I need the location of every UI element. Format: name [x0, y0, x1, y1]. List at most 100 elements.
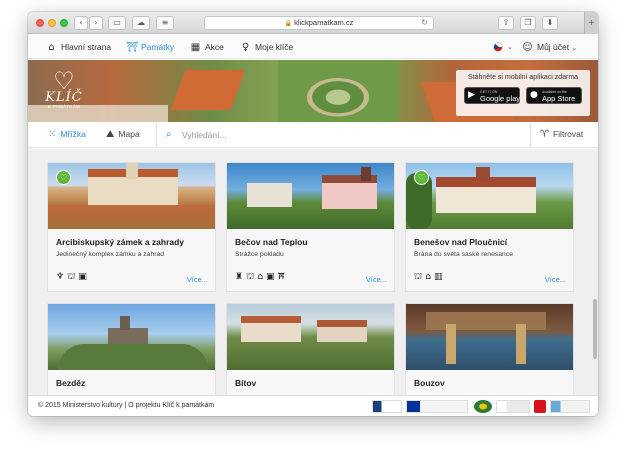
card-more-link[interactable]: Více...	[187, 275, 208, 284]
store-name: App Store	[542, 94, 576, 103]
card-title: Benešov nad Ploučnicí	[414, 237, 508, 247]
filter-label: Filtrovat	[552, 129, 584, 139]
tab-grid[interactable]: ⁙ Mřížka	[48, 122, 86, 148]
card-title: Bouzov	[414, 378, 445, 388]
page-footer: © 2015 Ministerstvo kultury | O projektu…	[28, 395, 598, 416]
google-play-button[interactable]: ▶ GET IT ON Google play	[464, 87, 520, 104]
card-photo	[48, 163, 215, 229]
divider	[156, 122, 157, 148]
card-more-link[interactable]: Více...	[366, 275, 387, 284]
card-photo	[406, 163, 573, 229]
monument-card[interactable]: Bítov	[227, 304, 394, 395]
monument-card[interactable]: ♡ Benešov nad Ploučnicí Brána do světa s…	[406, 163, 573, 291]
chevron-down-icon: ⌄	[571, 44, 578, 52]
minimize-window-button[interactable]	[48, 19, 56, 27]
close-window-button[interactable]	[36, 19, 44, 27]
card-subtitle: Strážce pokladu	[235, 251, 284, 258]
card-feature-icons: ⛫⌂▥	[414, 272, 446, 282]
app-promo-text: Stáhněte si mobilní aplikaci zdarma	[467, 74, 579, 81]
card-title: Arcibiskupský zámek a zahrady	[56, 237, 185, 247]
card-title: Bítov	[235, 378, 257, 388]
url-text: klickpamatkam.cz	[294, 18, 354, 27]
back-icon[interactable]: ‹	[74, 16, 88, 30]
nav-item-my-keys[interactable]: ♀ Moje klíče	[240, 35, 293, 59]
main-nav: ⌂ Hlavní strana ⛩ Památky ▦ Akce ♀ Moje klíč…	[28, 35, 598, 59]
card-title: Bezděz	[56, 378, 86, 388]
site-logo[interactable]: ♡ KLÍČ K PAMÁTKÁM	[42, 67, 86, 116]
reload-icon[interactable]: ↻	[421, 17, 428, 29]
monument-grid: ♡ Arcibiskupský zámek a zahrady Jedinečn…	[28, 149, 598, 395]
partner-logo-icon	[474, 400, 492, 413]
tab-label: Mřížka	[60, 129, 86, 139]
hero-photo-roof	[170, 70, 246, 110]
filter-bar: ⁙Mřížka ⛰Mapa ⌕ ♈Filtrovat	[28, 122, 598, 148]
google-play-icon: ▶	[468, 90, 475, 100]
card-more-link[interactable]: Více...	[545, 275, 566, 284]
calendar-icon: ▦	[190, 42, 201, 53]
eu-logo-icon	[406, 400, 468, 413]
monument-card[interactable]: Bezděz	[48, 304, 215, 395]
card-photo	[227, 304, 394, 370]
cloud-icon[interactable]: ☁	[132, 16, 150, 30]
favorite-heart-icon[interactable]: ♡	[414, 170, 429, 185]
logo-subtitle: K PAMÁTKÁM	[47, 104, 81, 109]
browser-toolbar: ‹ › ▭ ☁ ≡ 🔒 klickpamatkam.cz ↻ ⇧ ❐ ⬇ +	[28, 12, 598, 34]
card-subtitle: Brána do světa saské renesance	[414, 251, 513, 258]
user-icon: ☺	[522, 42, 533, 53]
favorite-heart-icon[interactable]: ♡	[56, 170, 71, 185]
page-scrollbar[interactable]	[593, 299, 597, 359]
monument-icon: ⛩	[126, 42, 139, 53]
app-promo: Stáhněte si mobilní aplikaci zdarma ▶ GE…	[456, 70, 590, 116]
downloads-icon[interactable]: ⬇	[542, 16, 558, 30]
sidebar-toggle-icon[interactable]: ▭	[108, 16, 126, 30]
card-feature-icons: ♜⛫⌂▣⛩	[235, 272, 289, 282]
card-photo	[48, 304, 215, 370]
filter-button[interactable]: ♈ Filtrovat	[540, 122, 583, 148]
monument-card[interactable]: Bečov nad Teplou Strážce pokladu ♜⛫⌂▣⛩ V…	[227, 163, 394, 291]
nav-item-monuments[interactable]: ⛩ Památky	[126, 35, 174, 59]
tabs-icon[interactable]: ❐	[520, 16, 536, 30]
app-store-button[interactable]: ● Available on the App Store	[526, 87, 582, 104]
search-input[interactable]	[182, 127, 482, 143]
card-title: Bečov nad Teplou	[235, 237, 308, 247]
account-menu[interactable]: ☺ Můj účet ⌄	[522, 35, 577, 59]
nav-item-label: Akce	[205, 42, 224, 52]
nav-item-label: Hlavní strana	[61, 42, 112, 52]
monument-card[interactable]: Bouzov	[406, 304, 573, 395]
card-photo	[406, 304, 573, 370]
lock-icon: 🔒	[284, 21, 293, 27]
footer-text: © 2015 Ministerstvo kultury | O projektu…	[38, 402, 215, 409]
partner-logo-icon	[550, 400, 590, 413]
share-icon[interactable]: ⇧	[498, 16, 514, 30]
partner-logo-icon	[534, 400, 546, 413]
chevron-down-icon[interactable]: ⌄	[507, 35, 513, 59]
nav-item-events[interactable]: ▦ Akce	[190, 35, 224, 59]
zoom-window-button[interactable]	[60, 19, 68, 27]
nav-item-label: Moje klíče	[255, 42, 294, 52]
tab-label: Mapa	[118, 129, 140, 139]
card-photo	[227, 163, 394, 229]
ministry-logo-icon	[496, 400, 530, 413]
tab-map[interactable]: ⛰ Mapa	[106, 122, 140, 148]
filter-icon: ♈	[540, 129, 549, 140]
map-icon: ⛰	[106, 129, 115, 140]
forward-icon[interactable]: ›	[89, 16, 103, 30]
location-pin-icon: ♀	[241, 42, 250, 53]
nav-item-home[interactable]: ⌂ Hlavní strana	[46, 35, 111, 59]
card-subtitle: Jedinečný komplex zámku a zahrad	[56, 251, 165, 258]
browser-window: ‹ › ▭ ☁ ≡ 🔒 klickpamatkam.cz ↻ ⇧ ❐ ⬇ + ⌂ H…	[28, 12, 598, 416]
card-feature-icons: ♆⛫▣	[56, 272, 90, 282]
home-icon: ⌂	[48, 42, 55, 53]
divider	[530, 122, 531, 148]
monument-card[interactable]: ♡ Arcibiskupský zámek a zahrady Jedinečn…	[48, 163, 215, 291]
store-name: Google play	[480, 94, 521, 103]
logo-word: KLÍČ	[45, 90, 83, 105]
address-bar[interactable]: 🔒 klickpamatkam.cz ↻	[204, 16, 434, 30]
reader-icon[interactable]: ≡	[156, 16, 174, 30]
grid-icon: ⁙	[48, 129, 57, 140]
heart-key-icon: ♡	[53, 67, 75, 95]
new-tab-button[interactable]: +	[584, 12, 598, 34]
language-flag-icon[interactable]	[493, 42, 503, 52]
nav-item-label: Památky	[141, 42, 175, 52]
partner-logo-icon	[372, 400, 402, 413]
